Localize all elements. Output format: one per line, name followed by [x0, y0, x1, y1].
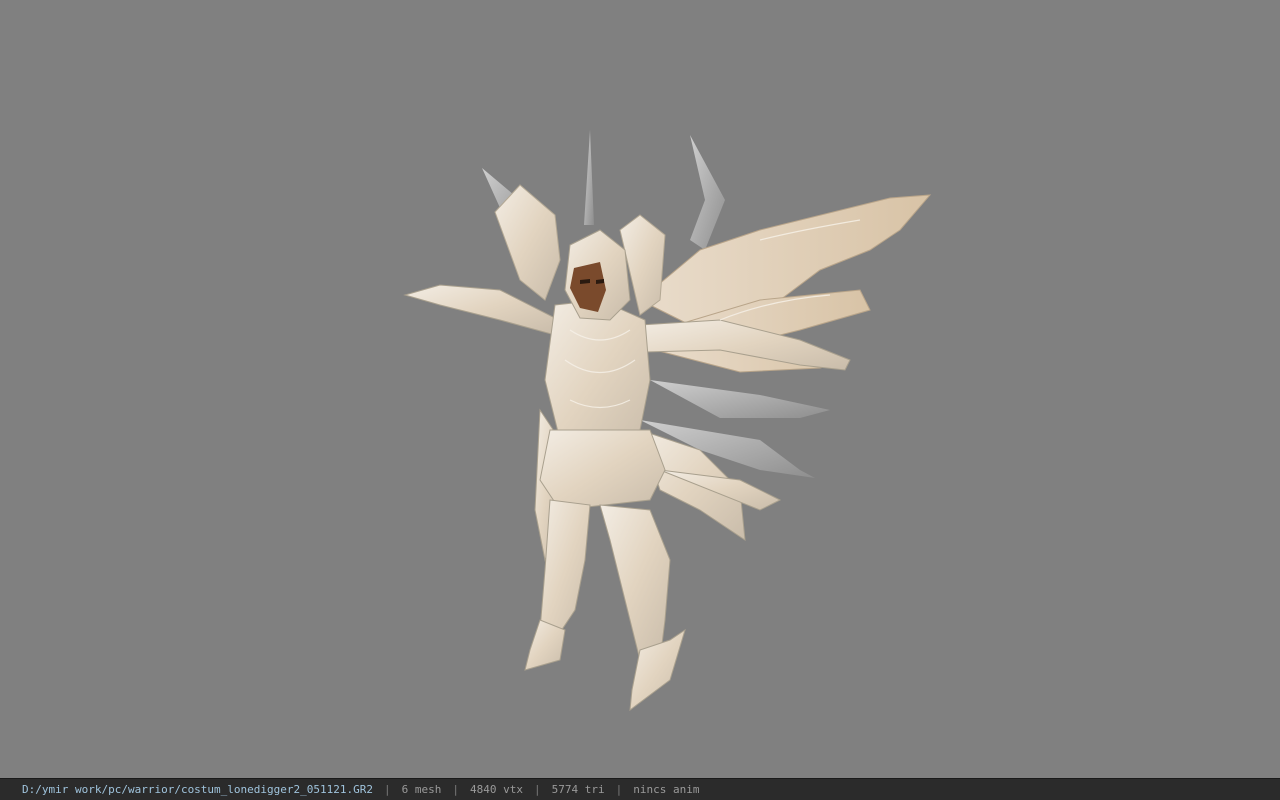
status-separator: | [615, 783, 623, 796]
status-separator: | [384, 783, 391, 796]
head [564, 229, 631, 321]
mesh-count: 6 mesh [401, 783, 442, 796]
status-separator: | [533, 783, 541, 796]
winged-armored-warrior-model [403, 130, 932, 712]
animation-status: nincs anim [633, 783, 700, 796]
status-bar: D:/ymir work/pc/warrior/costum_lonedigge… [0, 778, 1280, 800]
torso [539, 299, 666, 511]
triangle-count: 5774 tri [551, 783, 605, 796]
model-file-path: D:/ymir work/pc/warrior/costum_lonedigge… [22, 783, 373, 796]
3d-viewport[interactable] [0, 0, 1280, 778]
vertex-count: 4840 vtx [470, 783, 523, 796]
legs [524, 499, 686, 712]
status-separator: | [452, 783, 459, 796]
